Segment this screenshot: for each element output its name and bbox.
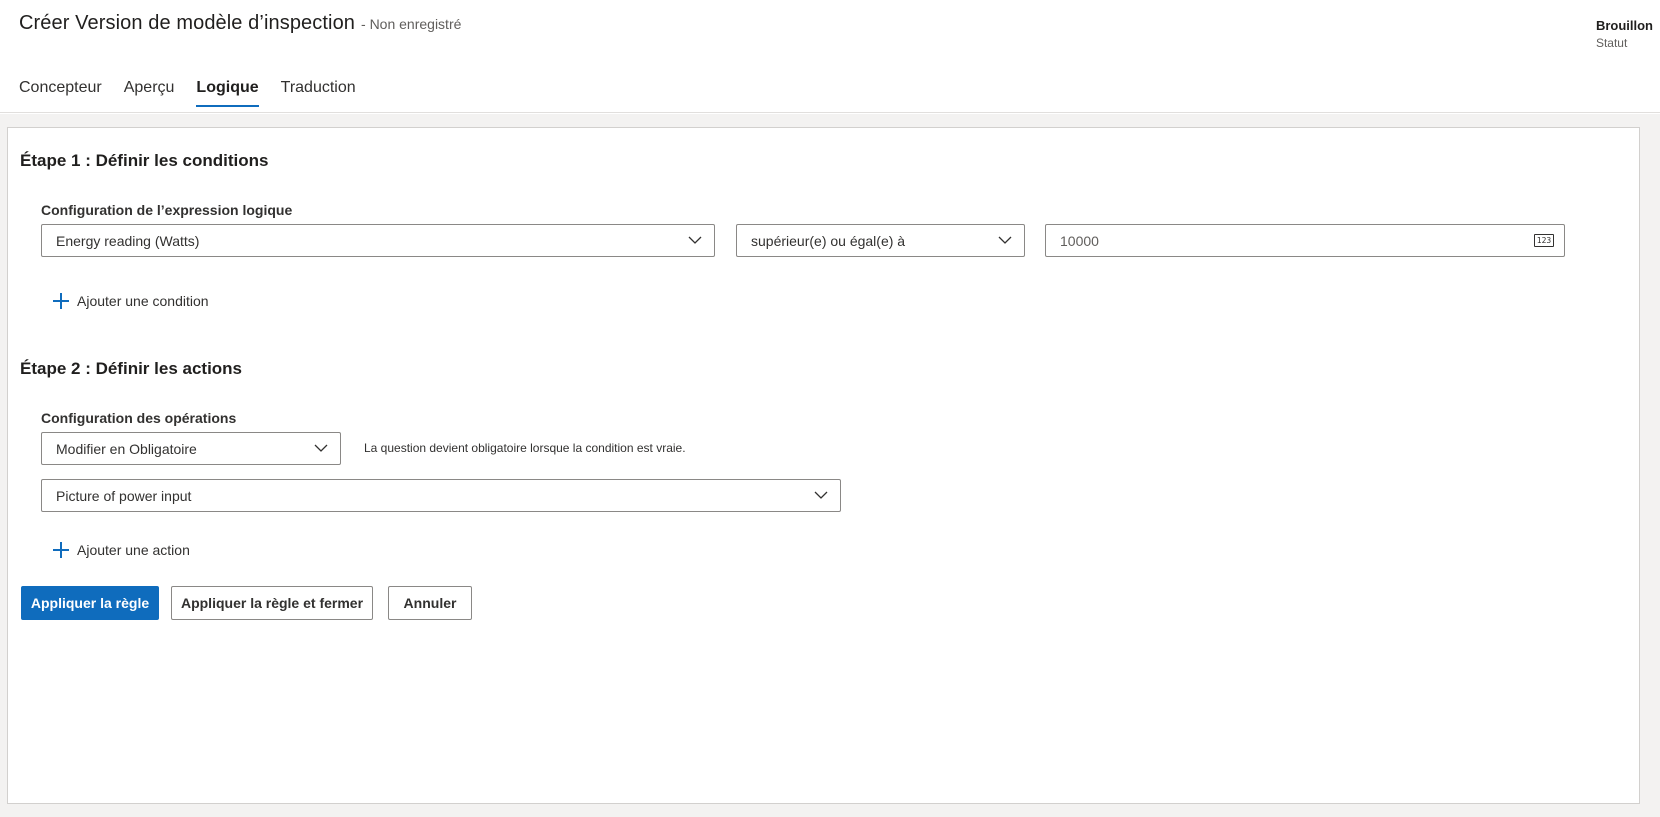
- page-header: Créer Version de modèle d’inspection - N…: [0, 0, 1660, 113]
- status-label: Statut: [1595, 36, 1628, 50]
- apply-rule-close-button[interactable]: Appliquer la règle et fermer: [171, 586, 373, 620]
- value-input[interactable]: 10000 123: [1045, 224, 1565, 257]
- operation-hint: La question devient obligatoire lorsque …: [364, 441, 686, 455]
- tab-logique[interactable]: Logique: [196, 79, 259, 107]
- add-condition-button[interactable]: Ajouter une condition: [53, 293, 209, 309]
- add-action-button[interactable]: Ajouter une action: [53, 542, 190, 558]
- status-value: Brouillon: [1595, 18, 1653, 33]
- operation-select[interactable]: Modifier en Obligatoire: [41, 432, 341, 465]
- title-row: Créer Version de modèle d’inspection - N…: [19, 12, 461, 35]
- expression-label: Configuration de l’expression logique: [41, 202, 293, 218]
- plus-icon: [53, 542, 69, 558]
- step2-title: Étape 2 : Définir les actions: [20, 359, 243, 378]
- chevron-down-icon: [688, 236, 702, 244]
- tab-bar: Concepteur Aperçu Logique Traduction: [19, 79, 378, 107]
- operation-select-value: Modifier en Obligatoire: [56, 441, 197, 457]
- operator-select[interactable]: supérieur(e) ou égal(e) à: [736, 224, 1025, 257]
- plus-icon: [53, 293, 69, 309]
- operations-label: Configuration des opérations: [41, 410, 237, 426]
- operator-select-value: supérieur(e) ou égal(e) à: [751, 233, 906, 249]
- value-input-text: 10000: [1060, 233, 1099, 249]
- target-question-value: Picture of power input: [56, 488, 192, 504]
- tab-concepteur[interactable]: Concepteur: [19, 79, 102, 107]
- status-block: Brouillon Statut: [1596, 18, 1653, 50]
- tab-apercu[interactable]: Aperçu: [124, 79, 175, 107]
- chevron-down-icon: [998, 236, 1012, 244]
- add-condition-label: Ajouter une condition: [77, 293, 209, 309]
- question-select-value: Energy reading (Watts): [56, 233, 200, 249]
- number-badge-icon: 123: [1534, 234, 1554, 247]
- cancel-button[interactable]: Annuler: [388, 586, 472, 620]
- target-question-select[interactable]: Picture of power input: [41, 479, 841, 512]
- apply-rule-button[interactable]: Appliquer la règle: [21, 586, 159, 620]
- question-select[interactable]: Energy reading (Watts): [41, 224, 715, 257]
- save-state: - Non enregistré: [361, 16, 462, 32]
- chevron-down-icon: [314, 444, 328, 452]
- page-title: Créer Version de modèle d’inspection: [19, 12, 356, 34]
- step1-title: Étape 1 : Définir les conditions: [20, 151, 269, 170]
- add-action-label: Ajouter une action: [77, 542, 190, 558]
- chevron-down-icon: [814, 491, 828, 499]
- tab-traduction[interactable]: Traduction: [281, 79, 356, 107]
